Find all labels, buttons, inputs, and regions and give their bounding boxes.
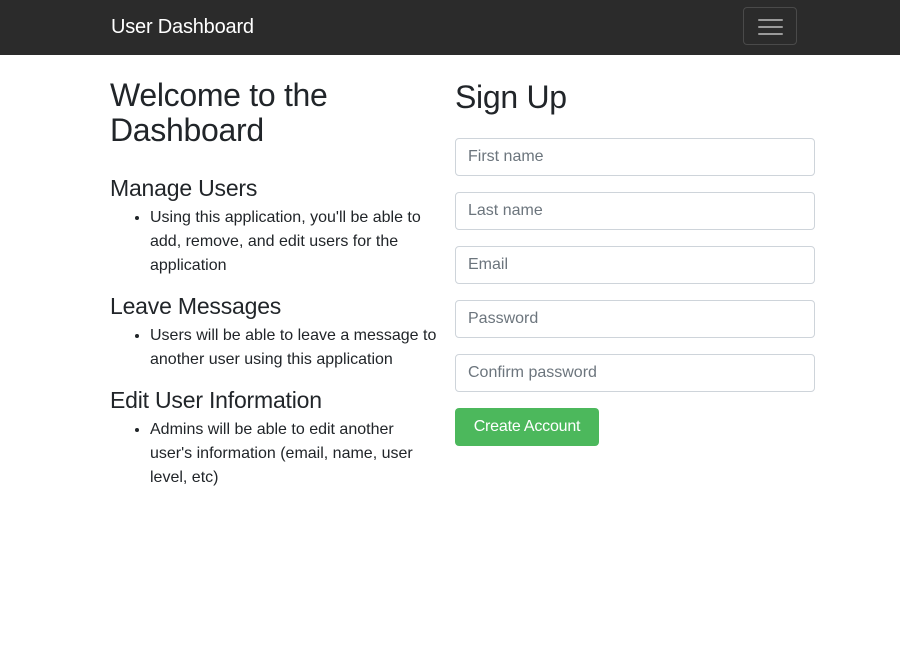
section-heading-edit-user-information: Edit User Information: [110, 387, 322, 413]
edit-user-information-list: Admins will be able to edit another user…: [110, 418, 440, 490]
intro-column: Welcome to the Dashboard Manage Users Us…: [110, 78, 440, 490]
hamburger-icon: [758, 19, 783, 35]
section-heading-leave-messages: Leave Messages: [110, 293, 282, 319]
navbar: User Dashboard: [0, 0, 900, 55]
list-item: Using this application, you'll be able t…: [150, 206, 440, 278]
email-field[interactable]: [455, 246, 815, 284]
leave-messages-list: Users will be able to leave a message to…: [110, 324, 440, 372]
navbar-toggler-button[interactable]: [743, 7, 797, 45]
list-item: Users will be able to leave a message to…: [150, 324, 440, 372]
navbar-brand[interactable]: User Dashboard: [111, 14, 254, 40]
last-name-field[interactable]: [455, 192, 815, 230]
password-field[interactable]: [455, 300, 815, 338]
signup-title: Sign Up: [455, 79, 567, 115]
signup-form: Sign Up Create Account: [455, 78, 815, 446]
first-name-field[interactable]: [455, 138, 815, 176]
create-account-button[interactable]: Create Account: [455, 408, 599, 446]
section-heading-manage-users: Manage Users: [110, 175, 258, 201]
manage-users-list: Using this application, you'll be able t…: [110, 206, 440, 278]
list-item: Admins will be able to edit another user…: [150, 418, 440, 490]
confirm-password-field[interactable]: [455, 354, 815, 392]
page-title: Welcome to the Dashboard: [110, 77, 328, 148]
